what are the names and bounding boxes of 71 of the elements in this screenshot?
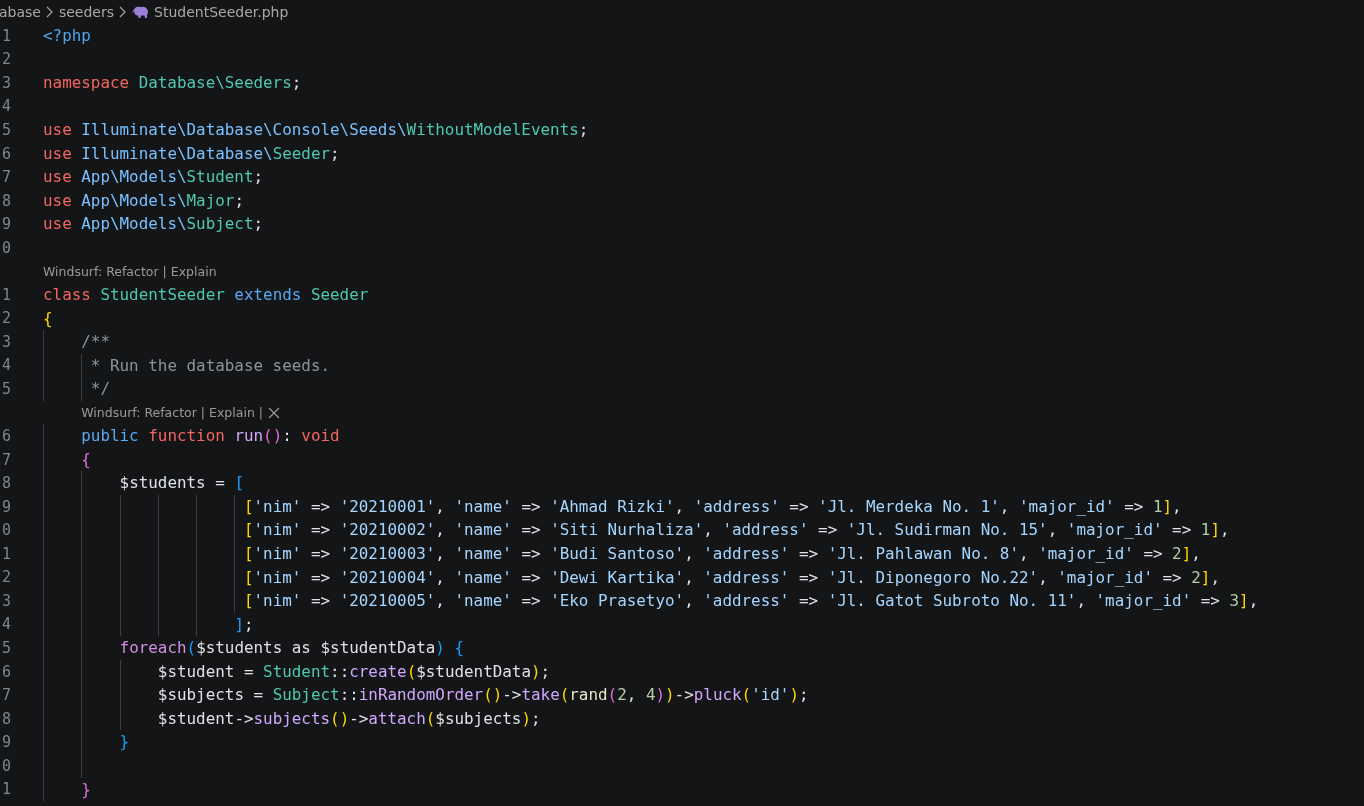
line-number: 9: [0, 497, 11, 516]
line-number: 1: [0, 26, 11, 45]
line-number: 7: [0, 450, 11, 469]
line-number: 6: [0, 427, 11, 446]
code-line: <?php: [43, 25, 91, 47]
code-line: ['nim' => '20210002', 'name' => 'Siti Nurhaliza', 'address' => 'Jl. Sudirman No. 15', 'major_id' => 1],: [43, 518, 1230, 543]
code-line: use Illuminate\Database\Console\Seeds\WithoutModelEvents;: [43, 119, 589, 142]
line-number: 6: [0, 144, 11, 163]
line-number: 3: [0, 591, 11, 610]
code-line: ['nim' => '20210004', 'name' => 'Dewi Kartika', 'address' => 'Jl. Diponegoro No.22', 'major_id' => 2],: [43, 565, 1220, 590]
breadcrumb-folder[interactable]: seeders: [58, 4, 115, 20]
line-number: 5: [0, 379, 11, 398]
code-line: }: [43, 777, 91, 802]
code-line: */: [43, 377, 110, 401]
code-line: use App\Models\Student;: [43, 166, 264, 189]
code-line: use Illuminate\Database\Seeder;: [43, 142, 340, 165]
line-number: 3: [0, 73, 11, 92]
line-number: 0: [0, 238, 11, 257]
codelens-link[interactable]: Explain: [209, 405, 255, 420]
codelens-link[interactable]: Explain: [170, 263, 217, 279]
line-number: 5: [0, 639, 11, 657]
codelens-link[interactable]: Windsurf: Refactor: [81, 405, 197, 420]
separator: |: [162, 263, 167, 279]
line-number: 4: [0, 615, 11, 634]
code-line: ];: [43, 612, 254, 637]
code-line: $student = Student::create($studentData);: [43, 659, 551, 684]
line-number: 2: [0, 50, 11, 69]
line-number: 0: [0, 756, 11, 775]
code-line: namespace Database\Seeders;: [43, 72, 302, 95]
line-number: 2: [0, 309, 11, 328]
code-line: public function run(): void: [43, 424, 340, 448]
code-line: ['nim' => '20210005', 'name' => 'Eko Prasetyo', 'address' => 'Jl. Gatot Subroto No. 11', 'major_id' => 3],: [43, 589, 1259, 613]
separator: |: [200, 405, 206, 420]
code-line: use App\Models\Subject;: [43, 213, 264, 236]
code-line: /**: [43, 330, 110, 354]
code-line: ['nim' => '20210003', 'name' => 'Budi Santoso', 'address' => 'Jl. Pahlawan No. 8', 'major_id' => 2],: [43, 542, 1201, 566]
elephant-icon: [132, 5, 151, 19]
code-line: $subjects = Subject::inRandomOrder()->take(rand(2, 4))->pluck('id');: [43, 683, 809, 707]
line-number: 2: [0, 568, 11, 587]
line-number: 1: [0, 780, 11, 799]
code-line: ['nim' => '20210001', 'name' => 'Ahmad Rizki', 'address' => 'Jl. Merdeka No. 1', 'major_id' => 1],: [43, 494, 1182, 519]
line-number: 6: [0, 662, 11, 681]
line-number: 5: [0, 120, 11, 139]
code-line: {: [43, 307, 53, 330]
line-number: 1: [0, 544, 11, 563]
line-number: 0: [0, 521, 11, 540]
separator: |: [258, 405, 264, 420]
breadcrumb-folder[interactable]: abase: [0, 4, 41, 20]
codelens-link[interactable]: Windsurf: Refactor: [43, 263, 159, 279]
line-number: 9: [0, 733, 11, 752]
code-line: {: [43, 447, 91, 472]
line-number: 1: [0, 285, 11, 304]
line-number: 7: [0, 168, 11, 187]
line-number: 8: [0, 474, 11, 493]
code-line: use App\Models\Major;: [43, 189, 244, 212]
line-number: 4: [0, 97, 11, 116]
chevron-icon: [44, 5, 55, 19]
line-number: 8: [0, 191, 11, 210]
code-line: $student->subjects()->attach($subjects);: [43, 706, 541, 731]
breadcrumb-file[interactable]: StudentSeeder.php: [154, 4, 289, 20]
line-number: 3: [0, 332, 11, 351]
code-line: $students = [: [43, 471, 244, 495]
code-line: }: [43, 730, 130, 754]
code-line: * Run the database seeds.: [43, 353, 331, 378]
line-number: 8: [0, 709, 11, 728]
close-icon[interactable]: [268, 406, 281, 419]
code-line: foreach($students as $studentData) {: [43, 636, 464, 660]
line-number: 9: [0, 215, 11, 234]
line-number: 7: [0, 686, 11, 705]
code-line: class StudentSeeder extends Seeder: [43, 284, 369, 306]
line-number: 4: [0, 356, 11, 375]
